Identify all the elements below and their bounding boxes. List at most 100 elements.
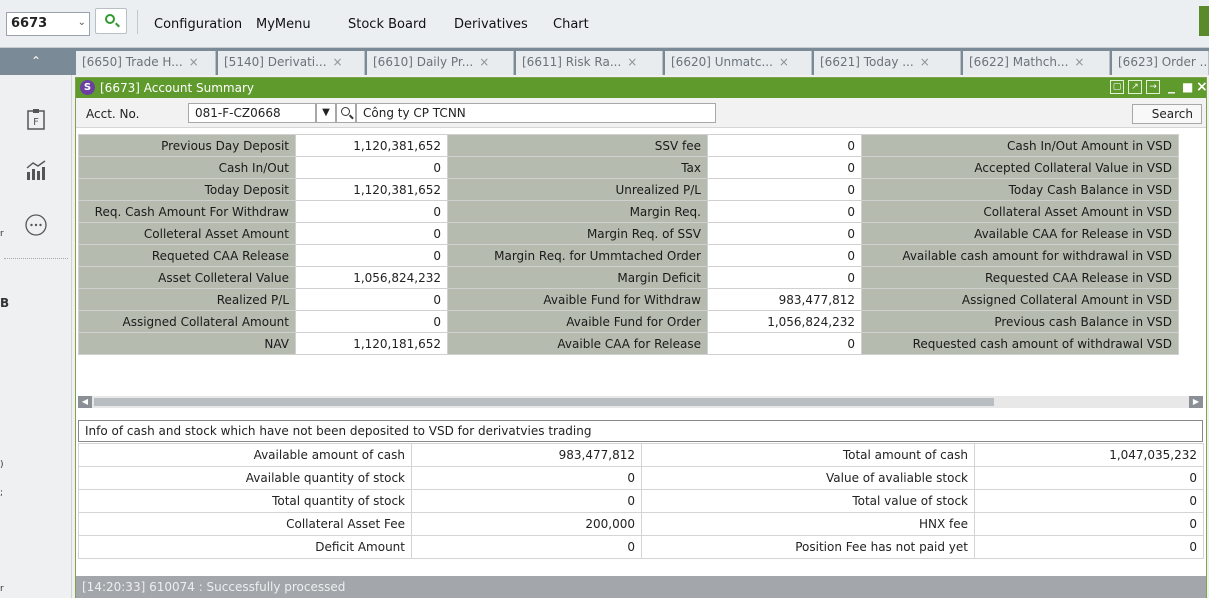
close-icon[interactable]: × [779,55,789,69]
field-value: 0 [707,134,862,157]
menu-configuration[interactable]: Configuration [154,17,242,32]
field-label: Position Fee has not paid yet [641,535,975,559]
resize-icon[interactable]: ▢ [1110,80,1124,94]
toolbar-edge-button[interactable] [1199,6,1209,36]
tab-6621[interactable]: [6621] Today ... × [814,51,961,75]
field-value: 0 [707,266,862,289]
field-value: 1,120,381,652 [295,178,448,201]
search-icon [341,107,350,116]
field-value: 0 [974,535,1204,559]
table-row: Available quantity of stock 0 Value of ava… [78,466,1204,490]
menu-chart[interactable]: Chart [553,17,589,32]
tab-6610[interactable]: [6610] Daily Pr... × [367,51,514,75]
field-value: 0 [707,222,862,245]
popout-icon[interactable]: ↗ [1128,80,1142,94]
undeposited-grid: Available amount of cash 983,477,812 Total… [78,443,1204,559]
more-icon[interactable] [24,213,48,237]
field-label: Total amount of cash [641,443,975,467]
menu-stock-board[interactable]: Stock Board [348,17,426,32]
field-label: Colleteral Asset Amount [78,222,296,245]
tab-6620[interactable]: [6620] Unmatc... × [665,51,812,75]
field-value: 0 [974,512,1204,536]
tab-6622[interactable]: [6622] Mathch... × [963,51,1110,75]
close-icon[interactable]: × [479,55,489,69]
field-label: Avaible Fund for Order [447,310,708,333]
field-label: Today Cash Balance in VSD [861,178,1179,201]
field-label: Available quantity of stock [78,466,412,490]
tab-6623[interactable]: [6623] Order ... [1112,51,1209,75]
field-label: Available cash amount for withdrawal in … [861,244,1179,267]
rail-divider [4,258,68,259]
table-row: Requeted CAA Release 0 Margin Req. for Umm… [78,244,1179,267]
field-value: 0 [411,466,642,490]
table-row: Today Deposit 1,120,381,652 Unrealized P/L… [78,178,1179,201]
search-button[interactable]: Search [1132,104,1202,124]
field-label: Margin Req. [447,200,708,223]
screen-code-input[interactable]: 6673 ⌄ [6,12,90,36]
chart-icon[interactable] [24,158,48,182]
field-value: 1,056,824,232 [295,266,448,289]
info-title: Info of cash and stock which have not be… [78,420,1203,442]
scroll-thumb[interactable] [94,398,994,406]
field-label: Realized P/L [78,288,296,311]
tab-5140[interactable]: [5140] Derivati... × [218,51,365,75]
close-icon[interactable]: × [333,55,343,69]
close-icon[interactable]: × [627,55,637,69]
field-value: 0 [295,222,448,245]
field-value: 0 [707,178,862,201]
document-f-icon[interactable]: F [24,108,48,132]
table-row: Colleteral Asset Amount 0 Margin Req. of S… [78,222,1179,245]
toolbar-divider [137,10,138,34]
chevron-down-icon[interactable]: ⌄ [78,17,86,28]
account-number-input[interactable]: 081-F-CZ0668 [188,103,316,123]
field-label: Unrealized P/L [447,178,708,201]
tab-6650[interactable]: [6650] Trade H... × [76,51,216,75]
menu-derivatives[interactable]: Derivatives [454,17,528,32]
tab-label: [6620] Unmatc... [671,55,773,69]
field-label: Collateral Asset Fee [78,512,412,536]
screen-search-button[interactable] [95,8,127,34]
minimize-icon[interactable]: _ [1168,78,1175,94]
dropdown-arrow-icon[interactable]: ▼ [316,103,336,123]
pin-icon[interactable]: → [1146,80,1160,94]
scroll-left-icon[interactable]: ◀ [78,396,92,408]
field-value: 0 [295,244,448,267]
account-lookup-button[interactable] [336,103,356,123]
horizontal-scrollbar[interactable]: ◀ ▶ [78,396,1203,408]
field-value: 1,047,035,232 [974,443,1204,467]
field-label: Previous Day Deposit [78,134,296,157]
account-name-field: Công ty CP TCNN [356,103,716,123]
field-label: Req. Cash Amount For Withdraw [78,200,296,223]
collapse-icon[interactable]: ⌃ [0,48,72,75]
field-value: 0 [707,244,862,267]
scroll-right-icon[interactable]: ▶ [1189,396,1203,408]
table-row: Collateral Asset Fee 200,000 HNX fee 0 [78,512,1204,536]
close-icon[interactable]: × [920,55,930,69]
table-row: Previous Day Deposit 1,120,381,652 SSV fee… [78,134,1179,157]
field-label: Avaible Fund for Withdraw [447,288,708,311]
account-summary-window: S [6673] Account Summary ▢ ↗ → _ ■ × Acc… [75,77,1208,598]
field-label: Cash In/Out Amount in VSD [861,134,1179,157]
close-icon[interactable]: × [1196,79,1208,95]
rail-fragment-1: r [0,229,4,239]
field-value: 0 [295,200,448,223]
field-value: 1,120,381,652 [295,134,448,157]
svg-text:F: F [33,117,39,128]
table-row: Req. Cash Amount For Withdraw 0 Margin Req… [78,200,1179,223]
field-value: 1,056,824,232 [707,310,862,333]
summary-grid: Previous Day Deposit 1,120,381,652 SSV fee… [78,134,1179,355]
maximize-icon[interactable]: ■ [1182,80,1193,94]
rail-fragment-3: ) [0,460,4,470]
field-value: 0 [707,200,862,223]
menu-mymenu[interactable]: MyMenu [256,17,311,32]
field-value: 0 [411,535,642,559]
close-icon[interactable]: × [1074,55,1084,69]
close-icon[interactable]: × [189,55,199,69]
field-label: Requested cash amount of withdrawal VSD [861,332,1179,355]
tab-label: [6621] Today ... [820,55,914,69]
tab-6611[interactable]: [6611] Risk Ra... × [516,51,663,75]
table-row: Realized P/L 0 Avaible Fund for Withdraw 98… [78,288,1179,311]
rail-fragment-2: B [0,296,10,310]
field-label: Margin Req. of SSV [447,222,708,245]
app-logo-icon: S [80,80,95,95]
